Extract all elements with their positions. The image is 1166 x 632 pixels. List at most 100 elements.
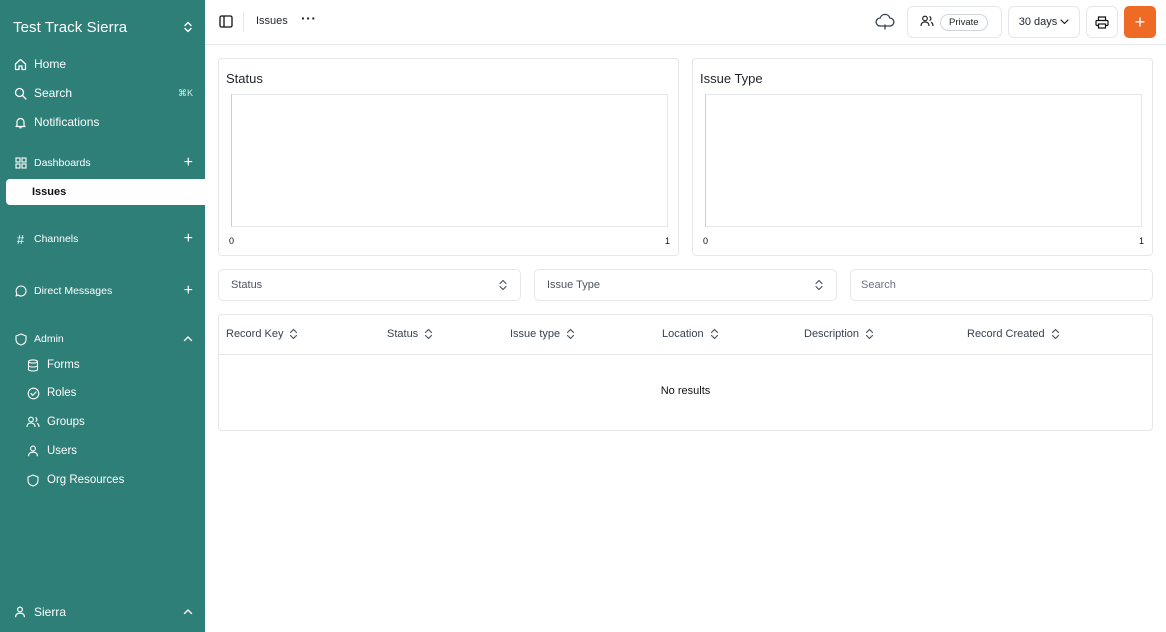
search-input[interactable] [850,269,1153,301]
add-button[interactable]: + [1124,6,1156,38]
nav-search-label: Search [34,86,73,100]
users-icon [26,415,40,429]
nav-direct-messages[interactable]: Direct Messages + [6,279,193,303]
column-label: Record Key [226,328,284,340]
sort-icon [425,328,433,340]
sidebar-item-users-label: Users [47,445,78,457]
x-axis-tick-max: 1 [1138,236,1144,246]
grid-icon [14,157,27,170]
sidebar-item-forms-label: Forms [47,359,80,371]
sidebar-item-groups[interactable]: Groups [26,410,193,434]
breadcrumb[interactable]: Issues [256,15,288,27]
column-label: Description [804,328,860,340]
column-header-record-key[interactable]: Record Key [226,328,298,340]
database-icon [26,358,40,372]
status-chart-card: Status 0 1 [218,58,679,256]
user-icon [26,444,40,458]
nav-home[interactable]: Home [6,52,193,76]
date-range-select[interactable]: 30 days [1008,6,1080,38]
nav-home-label: Home [34,57,67,71]
chart-plot-area [231,94,668,227]
chevron-up-icon [183,609,193,615]
status-filter-select[interactable]: Status [218,269,521,301]
sort-icon [290,328,298,340]
sidebar-item-roles[interactable]: Roles [26,381,193,405]
more-options-icon[interactable]: ··· [301,10,317,26]
chart-plot-area [705,94,1142,227]
bell-icon [14,116,27,129]
nav-notifications-label: Notifications [34,115,100,129]
x-axis-tick-min: 0 [703,236,709,246]
nav-dashboards[interactable]: Dashboards + [6,151,193,175]
cloud-sync-icon[interactable] [875,12,895,30]
divider [243,12,244,32]
message-icon [14,285,27,298]
check-circle-icon [26,386,40,400]
nav-admin-label: Admin [34,333,64,345]
chevron-updown-icon [815,279,823,291]
user-name: Sierra [34,605,67,619]
nav-direct-messages-label: Direct Messages [34,285,113,297]
nav-dashboards-label: Dashboards [34,157,91,169]
column-label: Status [387,328,419,340]
sort-icon [865,328,874,340]
print-button[interactable] [1086,6,1118,38]
column-header-record-created[interactable]: Record Created [967,328,1060,340]
top-bar: Issues ··· Private 30 days + [205,0,1166,45]
nav-search[interactable]: Search ⌘K [6,81,193,105]
chart-title: Status [226,71,263,86]
printer-icon [1095,15,1109,29]
chevron-updown-icon [184,21,192,33]
column-header-description[interactable]: Description [804,328,874,340]
chevron-up-icon[interactable] [183,335,193,343]
sort-icon [710,328,718,340]
column-label: Issue type [510,328,561,340]
sidebar-item-forms[interactable]: Forms [26,353,193,377]
sort-icon [1051,328,1059,340]
column-header-status[interactable]: Status [387,328,433,340]
x-axis-tick-min: 0 [229,236,235,246]
column-label: Location [662,328,704,340]
chevron-down-icon [1060,19,1069,25]
column-header-location[interactable]: Location [662,328,719,340]
column-label: Record Created [967,328,1045,340]
hash-icon: # [16,231,25,247]
issue-type-filter-select[interactable]: Issue Type [534,269,837,301]
sidebar-item-org-resources-label: Org Resources [47,474,125,486]
chart-title: Issue Type [700,71,763,86]
workspace-switcher[interactable]: Test Track Sierra [13,17,193,37]
sidebar: Test Track Sierra Home Search ⌘K Notific… [0,0,205,632]
issue-type-chart-card: Issue Type 0 1 [692,58,1153,256]
sidebar-item-groups-label: Groups [47,416,85,428]
nav-notifications[interactable]: Notifications [6,110,193,134]
user-menu[interactable]: Sierra [6,600,193,624]
shield-outline-icon [26,473,40,487]
sidebar-toggle-icon[interactable] [219,15,233,28]
sidebar-item-issues-label: Issues [32,186,67,198]
search-icon [14,87,27,100]
sharing-button[interactable]: Private [907,6,1002,38]
date-range-value: 30 days [1018,16,1058,28]
add-channel-icon[interactable]: + [184,231,193,247]
column-header-issue-type[interactable]: Issue type [510,328,575,340]
x-axis-tick-max: 1 [664,236,670,246]
visibility-badge: Private [940,13,988,31]
sidebar-item-roles-label: Roles [47,387,77,399]
shield-icon [14,332,27,346]
sidebar-item-issues[interactable]: Issues [6,179,205,205]
chevron-updown-icon [499,279,507,291]
nav-channels[interactable]: # Channels + [6,227,193,251]
table-header: Record Key Status Issue type Location De… [219,315,1152,355]
sidebar-item-org-resources[interactable]: Org Resources [26,468,193,492]
nav-admin[interactable]: Admin [6,327,193,351]
home-icon [14,58,27,71]
issues-table: Record Key Status Issue type Location De… [218,314,1153,431]
issue-type-filter-label: Issue Type [547,279,600,291]
add-direct-message-icon[interactable]: + [184,283,193,299]
add-dashboard-icon[interactable]: + [184,155,193,171]
nav-channels-label: Channels [34,233,79,245]
sidebar-item-users[interactable]: Users [26,439,193,463]
users-icon [920,15,934,29]
sort-icon [567,328,575,340]
status-filter-label: Status [231,279,263,291]
